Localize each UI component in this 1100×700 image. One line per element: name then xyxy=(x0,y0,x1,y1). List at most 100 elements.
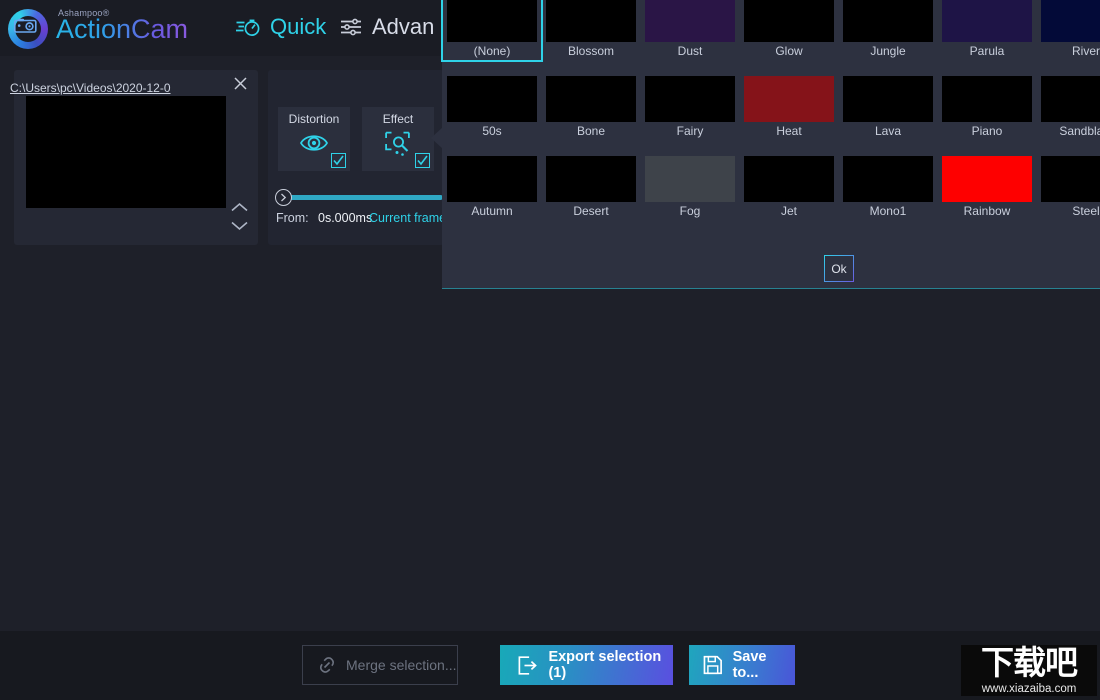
merge-selection-button[interactable]: Merge selection... xyxy=(302,645,458,685)
effect-label: Glow xyxy=(775,44,803,58)
effect-thumbnail xyxy=(645,156,735,202)
effect-cell[interactable]: Sandblast xyxy=(1037,72,1100,140)
effect-cell[interactable]: Jungle xyxy=(839,0,937,60)
action-camera-icon xyxy=(14,18,37,33)
effect-cell[interactable]: Heat xyxy=(740,72,838,140)
effect-label: Bone xyxy=(576,124,606,138)
effect-cell[interactable]: 50s xyxy=(443,72,541,140)
effect-label: Parula xyxy=(969,44,1005,58)
effect-cell[interactable]: (None) xyxy=(441,0,543,62)
watermark: 下载吧 www.xiazaiba.com xyxy=(961,643,1097,696)
tab-advanced[interactable]: Advan xyxy=(340,14,434,40)
tool-distortion-checkbox[interactable] xyxy=(331,153,346,168)
effect-thumbnail xyxy=(645,76,735,122)
save-to-button[interactable]: Save to... xyxy=(689,645,795,685)
effect-label: Desert xyxy=(573,204,609,218)
chevron-right-icon xyxy=(281,193,287,202)
stopwatch-icon xyxy=(236,19,260,36)
effect-thumbnail xyxy=(942,76,1032,122)
clip-thumbnail[interactable] xyxy=(26,96,226,208)
chevron-down-icon[interactable] xyxy=(230,220,249,231)
effect-label: Heat xyxy=(776,124,802,138)
effect-thumbnail xyxy=(1041,156,1100,202)
effect-wand-icon xyxy=(385,131,410,156)
popup-bottom-rule xyxy=(442,288,1100,289)
effect-label: Fog xyxy=(679,204,701,218)
tab-advanced-label: Advan xyxy=(372,14,435,39)
close-glyph xyxy=(233,77,247,90)
effect-thumbnail xyxy=(447,76,537,122)
file-path-link[interactable]: C:\Users\pc\Videos\2020-12-0 xyxy=(10,81,171,95)
effect-cell[interactable]: Blossom xyxy=(542,0,640,60)
effect-thumbnail xyxy=(546,0,636,42)
effect-cell[interactable]: Steel xyxy=(1037,152,1100,220)
effect-label: Lava xyxy=(874,124,902,138)
export-selection-label: Export selection (1) xyxy=(548,649,662,681)
from-label: From: xyxy=(276,211,309,225)
effect-thumbnail xyxy=(1041,0,1100,42)
effect-thumbnail xyxy=(1041,76,1100,122)
effect-cell[interactable]: Bone xyxy=(542,72,640,140)
effect-cell[interactable]: Parula xyxy=(938,0,1036,60)
effect-thumbnail xyxy=(546,156,636,202)
effect-cell[interactable]: Lava xyxy=(839,72,937,140)
from-value: 0s.000ms xyxy=(318,211,373,225)
effect-thumbnail xyxy=(942,0,1032,42)
eye-distortion-icon xyxy=(299,135,329,151)
export-selection-button[interactable]: Export selection (1) xyxy=(500,645,673,685)
effect-cell[interactable]: Piano xyxy=(938,72,1036,140)
floppy-disk-icon xyxy=(703,655,722,675)
merge-selection-label: Merge selection... xyxy=(346,657,457,673)
tab-quick-label: Quick xyxy=(270,14,327,39)
timeline-slider-track[interactable] xyxy=(278,195,443,200)
effect-cell[interactable]: Jet xyxy=(740,152,838,220)
effect-label: Rainbow xyxy=(963,204,1011,218)
effect-label: River xyxy=(1071,44,1100,58)
ok-button[interactable]: Ok xyxy=(824,255,854,282)
tool-card-distortion[interactable]: Distortion xyxy=(278,107,350,171)
checkmark-icon xyxy=(417,155,428,166)
effect-cell[interactable]: Fog xyxy=(641,152,739,220)
effect-cell[interactable]: Rainbow xyxy=(938,152,1036,220)
effect-cell[interactable]: River xyxy=(1037,0,1100,60)
effect-thumbnail xyxy=(942,156,1032,202)
effect-label: Sandblast xyxy=(1059,124,1100,138)
effect-label: (None) xyxy=(473,44,511,58)
tool-card-distortion-label: Distortion xyxy=(288,112,340,126)
clip-reorder-controls[interactable] xyxy=(226,202,252,246)
effect-thumbnail xyxy=(744,76,834,122)
tool-card-effect[interactable]: Effect xyxy=(362,107,434,171)
effect-cell[interactable]: Desert xyxy=(542,152,640,220)
effect-thumbnail xyxy=(546,76,636,122)
tool-card-effect-label: Effect xyxy=(382,112,414,126)
effect-thumbnail xyxy=(744,0,834,42)
save-to-label: Save to... xyxy=(732,649,767,681)
effect-label: Fairy xyxy=(676,124,704,138)
watermark-text: 下载吧 xyxy=(981,643,1078,682)
effect-thumbnail xyxy=(843,76,933,122)
tool-effect-checkbox[interactable] xyxy=(415,153,430,168)
effect-cell[interactable]: Mono1 xyxy=(839,152,937,220)
effect-label: 50s xyxy=(482,124,502,138)
effect-label: Blossom xyxy=(567,44,614,58)
chevron-up-icon[interactable] xyxy=(230,202,249,213)
brand-name: ActionCam xyxy=(56,14,189,44)
effect-label: Dust xyxy=(677,44,703,58)
effect-cell[interactable]: Fairy xyxy=(641,72,739,140)
effect-label: Autumn xyxy=(471,204,513,218)
sliders-icon xyxy=(341,18,361,36)
close-icon[interactable] xyxy=(230,75,250,95)
effect-thumbnail xyxy=(645,0,735,42)
link-icon xyxy=(319,657,335,673)
checkmark-icon xyxy=(333,155,344,166)
effect-label: Piano xyxy=(971,124,1003,138)
effect-thumbnail xyxy=(447,0,537,42)
timeline-slider-handle[interactable] xyxy=(275,189,292,206)
effect-cell[interactable]: Glow xyxy=(740,0,838,60)
effect-cell[interactable]: Dust xyxy=(641,0,739,60)
effect-thumbnail xyxy=(843,0,933,42)
current-frame-link[interactable]: Current frame xyxy=(369,211,446,225)
effect-cell[interactable]: Autumn xyxy=(443,152,541,220)
watermark-url: www.xiazaiba.com xyxy=(981,683,1077,695)
tab-quick[interactable]: Quick xyxy=(236,14,326,40)
